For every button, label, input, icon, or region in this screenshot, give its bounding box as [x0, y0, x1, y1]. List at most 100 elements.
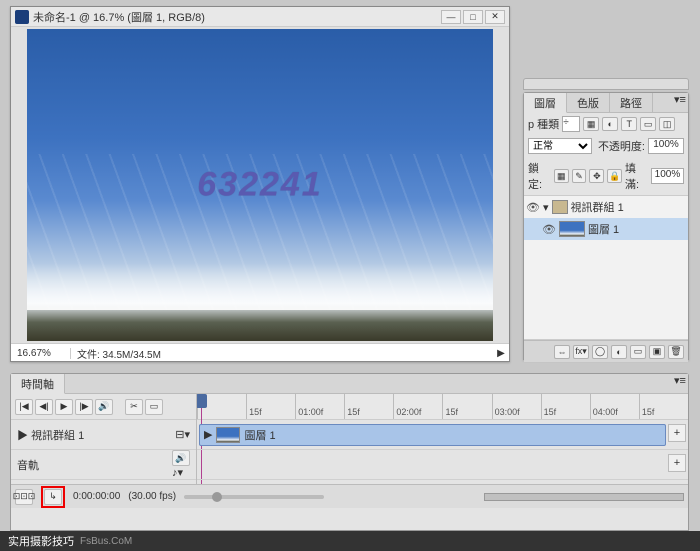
video-track-row[interactable]: ▶ 圖層 1 + [197, 420, 688, 450]
panel-drag-handle[interactable] [523, 78, 689, 90]
split-button[interactable]: ✂ [125, 399, 143, 415]
expand-icon[interactable]: ▶ [17, 430, 28, 442]
filter-shape-icon[interactable]: ▭ [640, 117, 656, 131]
opacity-value[interactable]: 100% [648, 138, 684, 154]
layer-group-row[interactable]: 👁 ▾ 視訊群組 1 [524, 196, 688, 218]
zoom-level[interactable]: 16.67% [11, 348, 71, 359]
layer-tree: 👁 ▾ 視訊群組 1 👁 圖層 1 [524, 195, 688, 340]
clip-name: 圖層 1 [244, 427, 275, 443]
lock-position-icon[interactable]: ✥ [589, 169, 604, 183]
close-button[interactable]: ✕ [485, 10, 505, 24]
fx-icon[interactable]: fx▾ [573, 345, 589, 359]
go-start-button[interactable]: |◀ [15, 399, 33, 415]
layers-footer: ⇔ fx▾ ◯ ◐ ▭ ▣ 🗑 [524, 340, 688, 362]
next-frame-button[interactable]: |▶ [75, 399, 93, 415]
mute-button[interactable]: 🔊 [95, 399, 113, 415]
audio-track-header[interactable]: 音軌 🔊 ♪▾ [11, 450, 196, 480]
ruler-tick: 15f [639, 394, 688, 419]
canvas-area[interactable]: 632241 [11, 27, 509, 343]
video-clip[interactable]: ▶ 圖層 1 [199, 424, 666, 446]
visibility-toggle-icon[interactable]: 👁 [526, 201, 540, 214]
track-options-icon[interactable]: ⊟▾ [175, 428, 190, 441]
panel-menu-icon[interactable]: ▾≡ [672, 93, 688, 112]
transition-button[interactable]: ▭ [145, 399, 163, 415]
filter-pixel-icon[interactable]: ▦ [583, 117, 599, 131]
maximize-button[interactable]: □ [463, 10, 483, 24]
lock-pixels-icon[interactable]: ✎ [572, 169, 587, 183]
transport-controls: |◀ ◀| ▶ |▶ 🔊 ✂ ▭ [11, 394, 196, 420]
page-footer-watermark: 实用摄影技巧 FsBus.CoM [0, 531, 700, 551]
tab-timeline[interactable]: 時間軸 [11, 374, 65, 394]
kind-label: p 種類 [528, 116, 559, 132]
document-window: 未命名-1 @ 16.7% (圖層 1, RGB/8) — □ ✕ 632241… [10, 6, 510, 362]
link-layers-icon[interactable]: ⇔ [554, 345, 570, 359]
tab-paths[interactable]: 路徑 [610, 93, 653, 112]
layer-thumb [559, 221, 585, 237]
audio-options-icon[interactable]: ♪▾ [172, 467, 183, 479]
audio-track-row[interactable]: + [197, 450, 688, 480]
expand-icon[interactable]: ▾ [543, 201, 549, 214]
status-arrow-icon[interactable]: ▶ [493, 348, 509, 359]
ruler-tick: 15f [344, 394, 393, 419]
fill-value[interactable]: 100% [651, 168, 684, 184]
ruler-tick: 02:00f [393, 394, 442, 419]
filter-row: p 種類 ÷ ▦ ◐ T ▭ ◫ [524, 113, 688, 135]
document-image: 632241 [27, 29, 493, 341]
video-track-header[interactable]: ▶ 視訊群組 1 ⊟▾ [11, 420, 196, 450]
audio-mute-icon[interactable]: 🔊 [172, 450, 190, 466]
frame-mode-icon[interactable]: ⊡⊡⊡ [15, 489, 33, 505]
timeline-tracks-area[interactable]: 15f 01:00f 15f 02:00f 15f 03:00f 15f 04:… [197, 394, 688, 484]
timeline-footer: ⊡⊡⊡ ↳ 0:00:00:00 (30.00 fps) [11, 484, 688, 508]
timecode[interactable]: 0:00:00:00 [73, 491, 120, 502]
fps-label[interactable]: (30.00 fps) [128, 491, 176, 502]
trash-icon[interactable]: 🗑 [668, 345, 684, 359]
tab-layers[interactable]: 圖層 [524, 93, 567, 113]
visibility-toggle-icon[interactable]: 👁 [542, 223, 556, 236]
ruler-tick: 01:00f [295, 394, 344, 419]
ruler-tick: 15f [246, 394, 295, 419]
tab-channels[interactable]: 色版 [567, 93, 610, 112]
blend-row: 正常 不透明度: 100% [524, 135, 688, 157]
render-button[interactable]: ↳ [44, 489, 62, 505]
prev-frame-button[interactable]: ◀| [35, 399, 53, 415]
filter-type-icon[interactable]: T [621, 117, 637, 131]
clip-expand-icon[interactable]: ▶ [204, 428, 212, 441]
new-layer-icon[interactable]: ▣ [649, 345, 665, 359]
zoom-slider[interactable] [184, 495, 324, 499]
timeline-left: |◀ ◀| ▶ |▶ 🔊 ✂ ▭ ▶ 視訊群組 1 ⊟▾ 音軌 🔊 ♪▾ [11, 394, 197, 484]
blend-mode-select[interactable]: 正常 [528, 138, 592, 154]
play-button[interactable]: ▶ [55, 399, 73, 415]
opacity-label: 不透明度: [598, 138, 645, 154]
layer-row[interactable]: 👁 圖層 1 [524, 218, 688, 240]
group-thumb-icon [552, 200, 568, 214]
minimize-button[interactable]: — [441, 10, 461, 24]
ruler-tick: 15f [442, 394, 491, 419]
adjustment-icon[interactable]: ◐ [611, 345, 627, 359]
group-icon[interactable]: ▭ [630, 345, 646, 359]
lock-all-icon[interactable]: 🔒 [607, 169, 622, 183]
group-name[interactable]: 視訊群組 1 [571, 199, 624, 215]
filter-adjust-icon[interactable]: ◐ [602, 117, 618, 131]
document-statusbar: 16.67% 文件: 34.5M/34.5M ▶ [11, 343, 509, 363]
layer-name[interactable]: 圖層 1 [588, 221, 619, 237]
time-ruler[interactable]: 15f 01:00f 15f 02:00f 15f 03:00f 15f 04:… [197, 394, 688, 420]
document-title: 未命名-1 @ 16.7% (圖層 1, RGB/8) [33, 9, 439, 25]
kind-select[interactable]: ÷ [562, 116, 580, 132]
lock-transparency-icon[interactable]: ▦ [554, 169, 569, 183]
timeline-panel: 時間軸 ▾≡ |◀ ◀| ▶ |▶ 🔊 ✂ ▭ ▶ 視訊群組 1 ⊟▾ 音軌 🔊… [10, 373, 689, 531]
render-highlight: ↳ [41, 486, 65, 508]
add-media-button[interactable]: + [668, 424, 686, 442]
app-icon [15, 10, 29, 24]
timeline-menu-icon[interactable]: ▾≡ [672, 374, 688, 393]
timeline-scrollbar[interactable] [484, 493, 684, 501]
lock-label: 鎖定: [528, 160, 551, 192]
video-track-name: 視訊群組 1 [31, 430, 84, 442]
filter-smart-icon[interactable]: ◫ [659, 117, 675, 131]
document-titlebar: 未命名-1 @ 16.7% (圖層 1, RGB/8) — □ ✕ [11, 7, 509, 27]
mask-icon[interactable]: ◯ [592, 345, 608, 359]
audio-track-name: 音軌 [17, 457, 39, 473]
watermark-text: 632241 [197, 166, 322, 205]
add-audio-button[interactable]: + [668, 454, 686, 472]
footer-url: FsBus.CoM [80, 536, 132, 547]
file-info: 文件: 34.5M/34.5M [71, 346, 493, 361]
